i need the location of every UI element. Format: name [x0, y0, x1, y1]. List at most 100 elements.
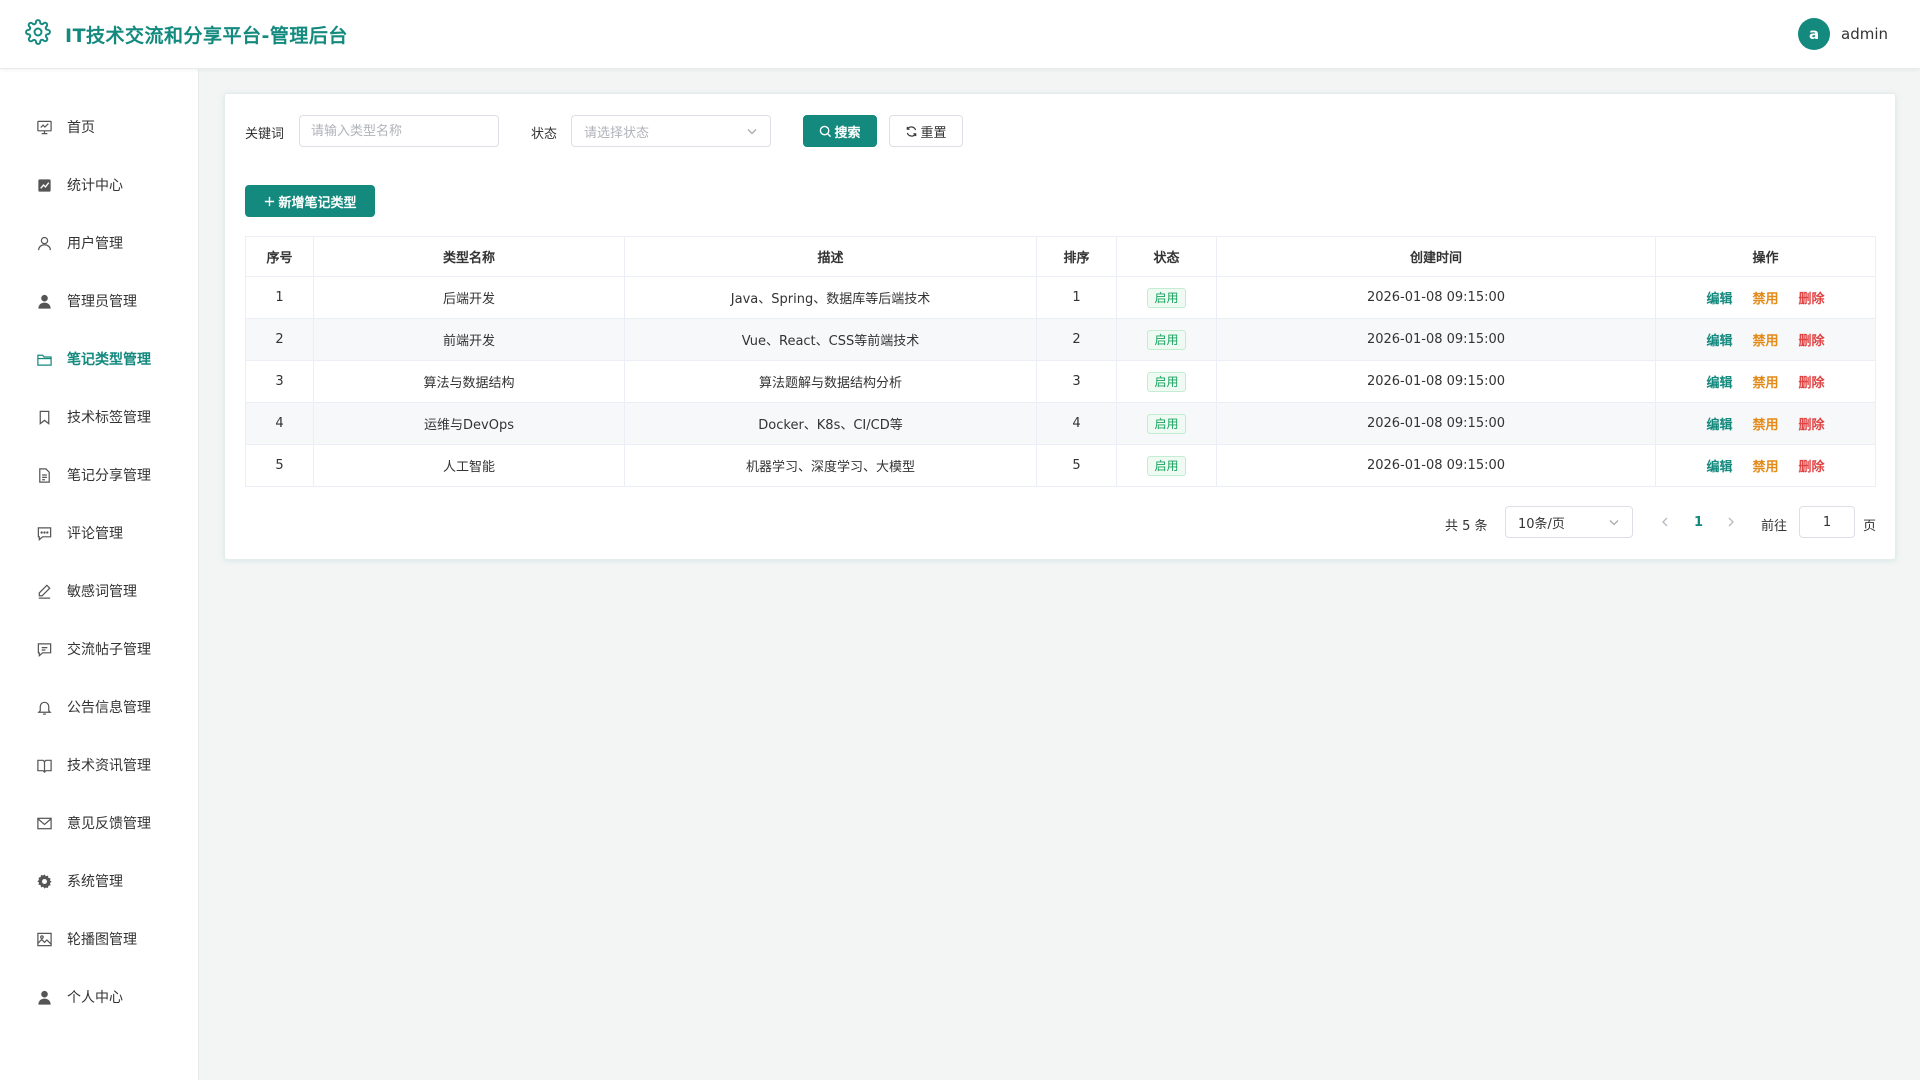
user-menu[interactable]: a admin: [1798, 18, 1888, 50]
status-select[interactable]: 请选择状态: [571, 115, 771, 147]
edit-link[interactable]: 编辑: [1706, 330, 1732, 349]
avatar[interactable]: a: [1798, 18, 1830, 50]
status-badge: 启用: [1147, 287, 1186, 308]
document-icon: [35, 466, 53, 484]
edit-link[interactable]: 编辑: [1706, 372, 1732, 391]
page-suffix: 页: [1863, 519, 1877, 534]
book-icon: [35, 756, 53, 774]
sidebar-item[interactable]: 评论管理: [0, 504, 199, 562]
name-cell: 后端开发: [313, 276, 625, 319]
search-icon: [820, 125, 832, 137]
sidebar-item[interactable]: 用户管理: [0, 214, 199, 272]
edit-link[interactable]: 编辑: [1706, 288, 1732, 307]
goto-page-input[interactable]: [1799, 506, 1855, 538]
status-badge: 启用: [1147, 329, 1186, 350]
search-button[interactable]: 搜索: [803, 115, 877, 147]
sidebar-item-label: 首页: [67, 120, 95, 136]
picture-icon: [35, 930, 53, 948]
sidebar-item[interactable]: 统计中心: [0, 156, 199, 214]
keyword-input[interactable]: [299, 115, 499, 147]
delete-link[interactable]: 删除: [1799, 372, 1825, 391]
top-header: IT技术交流和分享平台-管理后台 a admin: [0, 0, 1920, 69]
disable-link[interactable]: 禁用: [1752, 372, 1778, 391]
column-header: 状态: [1116, 236, 1217, 277]
page-size-select[interactable]: 10条/页: [1505, 506, 1633, 538]
delete-link[interactable]: 删除: [1799, 456, 1825, 475]
sort-cell: 2: [1036, 318, 1117, 361]
column-header: 类型名称: [313, 236, 625, 277]
edit-link[interactable]: 编辑: [1706, 456, 1732, 475]
status-badge: 启用: [1147, 455, 1186, 476]
status-cell: 启用: [1116, 276, 1217, 319]
status-cell: 启用: [1116, 318, 1217, 361]
column-header: 描述: [624, 236, 1037, 277]
comment-icon: [35, 524, 53, 542]
sidebar-item[interactable]: 轮播图管理: [0, 910, 199, 968]
disable-link[interactable]: 禁用: [1752, 456, 1778, 475]
sidebar-item-label: 意见反馈管理: [67, 816, 151, 832]
sidebar-item[interactable]: 笔记分享管理: [0, 446, 199, 504]
add-note-type-button[interactable]: 新增笔记类型: [245, 185, 375, 217]
column-header: 操作: [1655, 236, 1876, 277]
index-cell: 4: [245, 402, 314, 445]
app-title: IT技术交流和分享平台-管理后台: [65, 24, 348, 47]
prev-page-icon[interactable]: [1658, 515, 1672, 529]
delete-link[interactable]: 删除: [1799, 414, 1825, 433]
status-label: 状态: [531, 127, 558, 142]
goto-label: 前往: [1761, 519, 1788, 534]
sidebar-item[interactable]: 管理员管理: [0, 272, 199, 330]
index-cell: 1: [245, 276, 314, 319]
reset-button-label: 重置: [920, 125, 947, 141]
sidebar-item-label: 交流帖子管理: [67, 642, 151, 658]
column-header: 创建时间: [1216, 236, 1656, 277]
sidebar-item[interactable]: 首页: [0, 98, 199, 156]
sidebar-item-label: 统计中心: [67, 178, 123, 194]
refresh-icon: [907, 125, 917, 137]
disable-link[interactable]: 禁用: [1752, 414, 1778, 433]
sidebar-item[interactable]: 交流帖子管理: [0, 620, 199, 678]
created-time-cell: 2026-01-08 09:15:00: [1216, 276, 1656, 319]
name-cell: 人工智能: [313, 444, 625, 487]
sidebar-item-label: 用户管理: [67, 236, 123, 252]
column-header: 序号: [245, 236, 314, 277]
sidebar-item[interactable]: 笔记类型管理: [0, 330, 199, 388]
disable-link[interactable]: 禁用: [1752, 288, 1778, 307]
sidebar-item[interactable]: 敏感词管理: [0, 562, 199, 620]
keyword-label: 关键词: [245, 127, 285, 142]
index-cell: 2: [245, 318, 314, 361]
next-page-icon[interactable]: [1724, 515, 1738, 529]
sidebar-item-label: 技术资讯管理: [67, 758, 151, 774]
delete-link[interactable]: 删除: [1799, 288, 1825, 307]
edit-link[interactable]: 编辑: [1706, 414, 1732, 433]
sort-cell: 4: [1036, 402, 1117, 445]
username[interactable]: admin: [1841, 25, 1888, 43]
reset-button[interactable]: 重置: [889, 115, 963, 147]
main-card: 关键词 状态 请选择状态 搜索 重置 新增笔记类型 序号 类型名称 描述 排序 …: [224, 93, 1896, 560]
status-badge: 启用: [1147, 413, 1186, 434]
sidebar-item[interactable]: 公告信息管理: [0, 678, 199, 736]
name-cell: 前端开发: [313, 318, 625, 361]
status-cell: 启用: [1116, 402, 1217, 445]
actions-cell: 编辑 禁用 删除: [1655, 402, 1876, 445]
sidebar-item-label: 技术标签管理: [67, 410, 151, 426]
table-row: 4 运维与DevOps Docker、K8s、CI/CD等 4 启用 2026-01-08…: [245, 402, 1876, 445]
sidebar-item[interactable]: 个人中心: [0, 968, 199, 1026]
delete-link[interactable]: 删除: [1799, 330, 1825, 349]
description-cell: 算法题解与数据结构分析: [624, 360, 1037, 403]
disable-link[interactable]: 禁用: [1752, 330, 1778, 349]
sidebar-item[interactable]: 意见反馈管理: [0, 794, 199, 852]
description-cell: Docker、K8s、CI/CD等: [624, 402, 1037, 445]
folder-icon: [35, 350, 53, 368]
name-cell: 运维与DevOps: [313, 402, 625, 445]
sidebar-item[interactable]: 技术资讯管理: [0, 736, 199, 794]
sort-cell: 3: [1036, 360, 1117, 403]
sidebar-item-label: 笔记分享管理: [67, 468, 151, 484]
bell-icon: [35, 698, 53, 716]
index-cell: 3: [245, 360, 314, 403]
chart-icon: [35, 176, 53, 194]
page-number-current[interactable]: 1: [1694, 515, 1703, 530]
home-screen-icon: [35, 118, 53, 136]
note-type-table: 序号 类型名称 描述 排序 状态 创建时间 操作 1 后端开发 Java、Sprin…: [245, 236, 1876, 487]
sidebar-item[interactable]: 技术标签管理: [0, 388, 199, 446]
sidebar-item[interactable]: 系统管理: [0, 852, 199, 910]
